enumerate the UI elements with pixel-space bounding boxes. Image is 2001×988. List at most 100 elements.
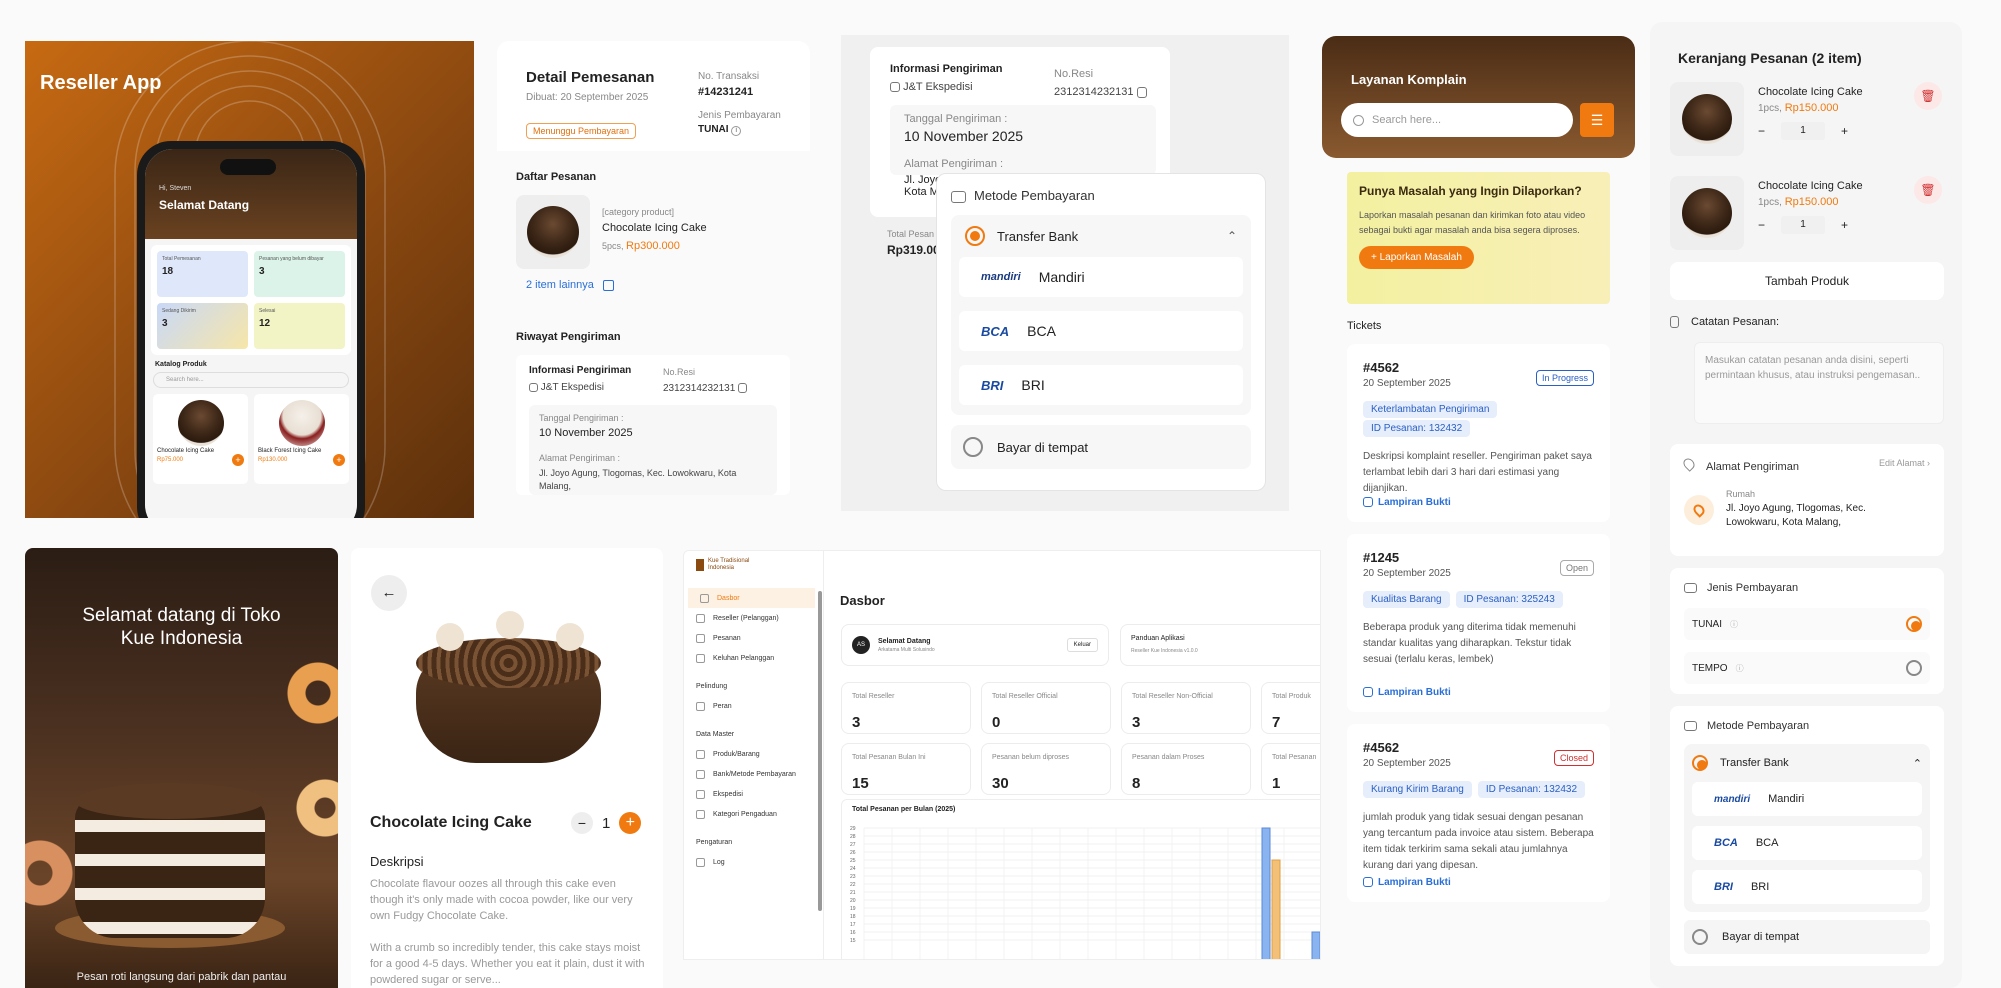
y-tick-label: 23 [850,874,856,880]
tempo-option[interactable]: TEMPO ⓘ [1684,652,1930,685]
sidebar-item[interactable]: Produk/Barang [684,744,823,764]
sidebar-section[interactable]: Pelindung [684,676,823,696]
qty-stepper[interactable]: −1 + [1758,216,1863,234]
add-icon[interactable]: + [333,454,345,466]
cart-item[interactable]: Chocolate Icing Cake 1pcs, Rp150.000 −1 +… [1670,176,1944,254]
welcome-splash: Selamat datang di Toko Kue Indonesia Pes… [25,548,338,988]
product-card[interactable]: Black Forest Icing Cake Rp130.000 + [254,394,349,484]
sidebar-item[interactable]: Log [684,852,823,872]
sidebar-item[interactable]: Ekspedisi [684,784,823,804]
attachment-link[interactable]: Lampiran Bukti [1363,877,1451,888]
stat-card[interactable]: Total Produk 7 [1261,682,1320,734]
y-tick-label: 25 [850,858,856,864]
radio-transfer[interactable] [965,226,985,246]
complaint-search-input[interactable]: Search here... [1341,103,1573,137]
stat-card[interactable]: Total Pesanan 1 [1261,743,1320,795]
cod-option[interactable]: Bayar di tempat [951,425,1251,469]
welcome-title: Selamat datang di Toko Kue Indonesia [82,605,281,649]
bank-bri[interactable]: BRI BRI [959,365,1243,405]
chevron-up-icon[interactable]: ⌃ [1913,757,1922,770]
add-product-button[interactable]: Tambah Produk [1670,262,1944,300]
chart-card: Total Pesanan per Bulan (2025) 29 28 27 26 2… [841,799,1320,960]
sidebar-item[interactable]: Peran [684,696,823,716]
sidebar-item[interactable]: Kategori Pengaduan [684,804,823,824]
qty-stepper[interactable]: − 1 + [571,812,642,834]
chart-bar[interactable] [1271,859,1281,960]
stat-card[interactable]: Total Reseller Official 0 [981,682,1111,734]
product-card[interactable]: Chocolate Icing Cake Rp75.000 + [153,394,248,484]
attachment-link[interactable]: Lampiran Bukti [1363,497,1451,508]
status-badge: Open [1559,560,1594,576]
stat-card[interactable]: Total Pesanan Bulan Ini 15 [841,743,971,795]
stat-card[interactable]: Pesanan yang belum dibayar 3 [254,251,345,297]
sidebar-section[interactable]: Pengaturan [684,832,823,852]
minus-button[interactable]: − [1758,124,1765,138]
cart-item[interactable]: Chocolate Icing Cake 1pcs, Rp150.000 −1 +… [1670,82,1944,160]
stat-card[interactable]: Total Reseller 3 [841,682,971,734]
info-icon[interactable]: i [731,126,742,136]
sidebar-item[interactable]: Bank/Metode Pembayaran [684,764,823,784]
stat-card[interactable]: Sedang Dikirim 3 [157,303,248,349]
y-tick-label: 17 [850,922,856,928]
chart-bar[interactable] [1261,827,1271,960]
qty-stepper[interactable]: −1 + [1758,122,1863,140]
edit-address-link[interactable]: Edit Alamat › [1879,458,1930,468]
bank-mandiri[interactable]: mandiri Mandiri [959,257,1243,297]
sidebar-item[interactable]: Dasbor [688,588,815,608]
tunai-option[interactable]: TUNAI ⓘ [1684,608,1930,641]
delete-button[interactable]: 🗑 [1914,82,1942,110]
ticket-card[interactable]: #1245 20 September 2025 Open Kualitas Ba… [1347,534,1610,712]
plus-button[interactable]: + [619,812,642,834]
sidebar-item[interactable]: Reseller (Pelanggan) [684,608,823,628]
image-icon [1363,687,1373,698]
bank-bca[interactable]: BCA BCA [959,311,1243,351]
wallet-icon [951,190,966,203]
stat-card[interactable]: Pesanan dalam Proses 8 [1121,743,1251,795]
complaint-panel: Layanan Komplain Search here... ☰ Punya … [1322,36,1635,960]
radio-tunai[interactable] [1906,616,1922,633]
catalog-search[interactable]: Search here... [153,372,349,388]
sidebar-item[interactable]: Keluhan Pelanggan [684,648,823,668]
guide-card[interactable]: Panduan Aplikasi Reseller Kue Indonesia v… [1120,624,1320,666]
product-detail-panel: ← Chocolate Icing Cake − 1 + Deskripsi C… [351,548,663,988]
stat-card[interactable]: Pesanan belum diproses 30 [981,743,1111,795]
stat-card[interactable]: Selesai 12 [254,303,345,349]
radio-tempo[interactable] [1906,660,1922,677]
ticket-card[interactable]: #4562 20 September 2025 In Progress Kete… [1347,344,1610,522]
card-icon [1684,721,1697,732]
add-icon[interactable]: + [232,454,244,466]
plus-button[interactable]: + [1841,218,1848,232]
delete-button[interactable]: 🗑 [1914,176,1942,204]
y-tick-label: 28 [850,834,856,840]
bank-bca[interactable]: BCA BCA [1692,826,1922,861]
sidebar-item[interactable]: Pesanan [684,628,823,648]
bank-bri[interactable]: BRI BRI [1692,870,1922,905]
chart-bar[interactable] [1311,931,1320,960]
transfer-bank-option[interactable]: Transfer Bank ⌃ [1692,752,1922,774]
plus-button[interactable]: + [1841,124,1848,138]
stat-card[interactable]: Total Pemesanan 18 [157,251,248,297]
radio-cod[interactable] [963,437,983,457]
copy-icon[interactable] [738,383,748,394]
sidebar-scrollbar[interactable] [818,591,822,911]
ticket-card[interactable]: #4562 20 September 2025 Closed Kurang Ki… [1347,724,1610,902]
more-items-link[interactable]: 2 item lainnya [526,279,810,291]
dashboard-panel: Kue Tradisional Indonesia Dasbor Reseller… [683,550,1321,960]
order-item[interactable]: [category product] Chocolate Icing Cake … [516,195,810,269]
minus-button[interactable]: − [571,812,593,834]
logout-button[interactable]: Keluar [1066,638,1098,652]
bank-mandiri[interactable]: mandiri Mandiri [1692,782,1922,817]
minus-button[interactable]: − [1758,218,1765,232]
report-button[interactable]: + Laporkan Masalah [1359,246,1474,269]
payment-method-panel: Informasi Pengiriman J&T Ekspedisi No.Re… [841,35,1289,511]
stat-card[interactable]: Total Reseller Non-Official 3 [1121,682,1251,734]
transfer-bank-option[interactable]: Transfer Bank ⌃ [959,223,1243,249]
back-button[interactable]: ← [371,575,407,611]
cod-option[interactable]: Bayar di tempat [1684,920,1930,955]
filter-button[interactable]: ☰ [1580,103,1614,137]
attachment-link[interactable]: Lampiran Bukti [1363,687,1451,698]
sidebar-section[interactable]: Data Master [684,724,823,744]
copy-icon[interactable] [1136,86,1147,98]
chevron-up-icon[interactable]: ⌃ [1227,229,1237,243]
order-note-input[interactable]: Masukan catatan pesanan anda disini, sep… [1694,342,1944,425]
